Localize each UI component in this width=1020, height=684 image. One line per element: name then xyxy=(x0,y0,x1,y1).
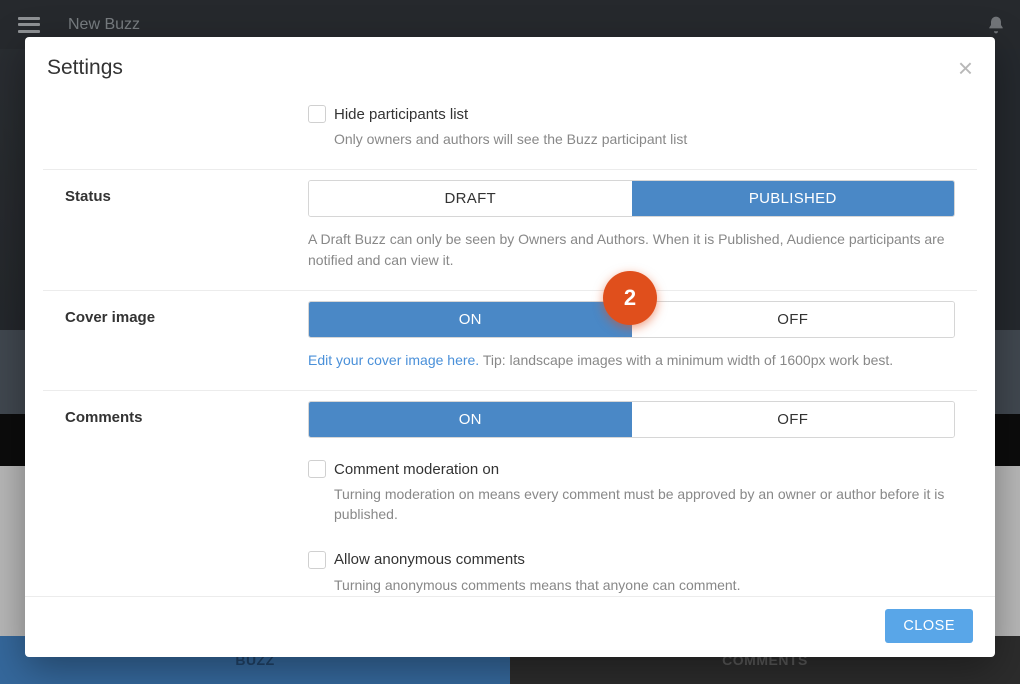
comments-label: Comments xyxy=(65,401,308,438)
comment-moderation-help: Turning moderation on means every commen… xyxy=(334,484,955,525)
status-draft-option[interactable]: DRAFT xyxy=(309,181,632,216)
cover-image-label: Cover image xyxy=(65,301,308,338)
comments-off-option[interactable]: OFF xyxy=(632,402,955,437)
modal-header: Settings × xyxy=(25,37,995,95)
settings-modal: Settings × Hide participants list Only o… xyxy=(25,37,995,657)
comments-on-option[interactable]: ON xyxy=(309,402,632,437)
cover-off-option[interactable]: OFF xyxy=(632,302,955,337)
status-toggle: DRAFT PUBLISHED xyxy=(308,180,955,217)
cover-image-tip: Tip: landscape images with a minimum wid… xyxy=(479,352,893,368)
comment-moderation-checkbox[interactable] xyxy=(308,460,326,478)
comments-toggle: ON OFF xyxy=(308,401,955,438)
allow-anonymous-label: Allow anonymous comments xyxy=(334,551,525,568)
hide-participants-label: Hide participants list xyxy=(334,106,468,123)
allow-anonymous-checkbox[interactable] xyxy=(308,551,326,569)
section-comments: Comments ON OFF Comment moderation on Tu… xyxy=(43,391,977,596)
section-participants: Hide participants list Only owners and a… xyxy=(43,95,977,170)
participants-label-col xyxy=(65,105,308,149)
status-label: Status xyxy=(65,180,308,217)
hide-participants-help: Only owners and authors will see the Buz… xyxy=(334,129,955,149)
hide-participants-checkbox[interactable] xyxy=(308,105,326,123)
edit-cover-image-link[interactable]: Edit your cover image here. xyxy=(308,352,479,368)
modal-body[interactable]: Hide participants list Only owners and a… xyxy=(25,95,995,596)
allow-anonymous-help: Turning anonymous comments means that an… xyxy=(334,575,955,595)
step-badge: 2 xyxy=(603,271,657,325)
status-help: A Draft Buzz can only be seen by Owners … xyxy=(308,229,955,270)
comment-moderation-label: Comment moderation on xyxy=(334,461,499,478)
cover-on-option[interactable]: ON xyxy=(309,302,632,337)
modal-title: Settings xyxy=(47,56,123,80)
status-published-option[interactable]: PUBLISHED xyxy=(632,181,955,216)
section-status: Status DRAFT PUBLISHED A Draft Buzz can … xyxy=(43,170,977,291)
section-cover-image: Cover image ON OFF Edit your cover image… xyxy=(43,291,977,391)
close-icon[interactable]: × xyxy=(958,55,973,81)
modal-footer: CLOSE xyxy=(25,596,995,657)
close-button[interactable]: CLOSE xyxy=(885,609,973,643)
